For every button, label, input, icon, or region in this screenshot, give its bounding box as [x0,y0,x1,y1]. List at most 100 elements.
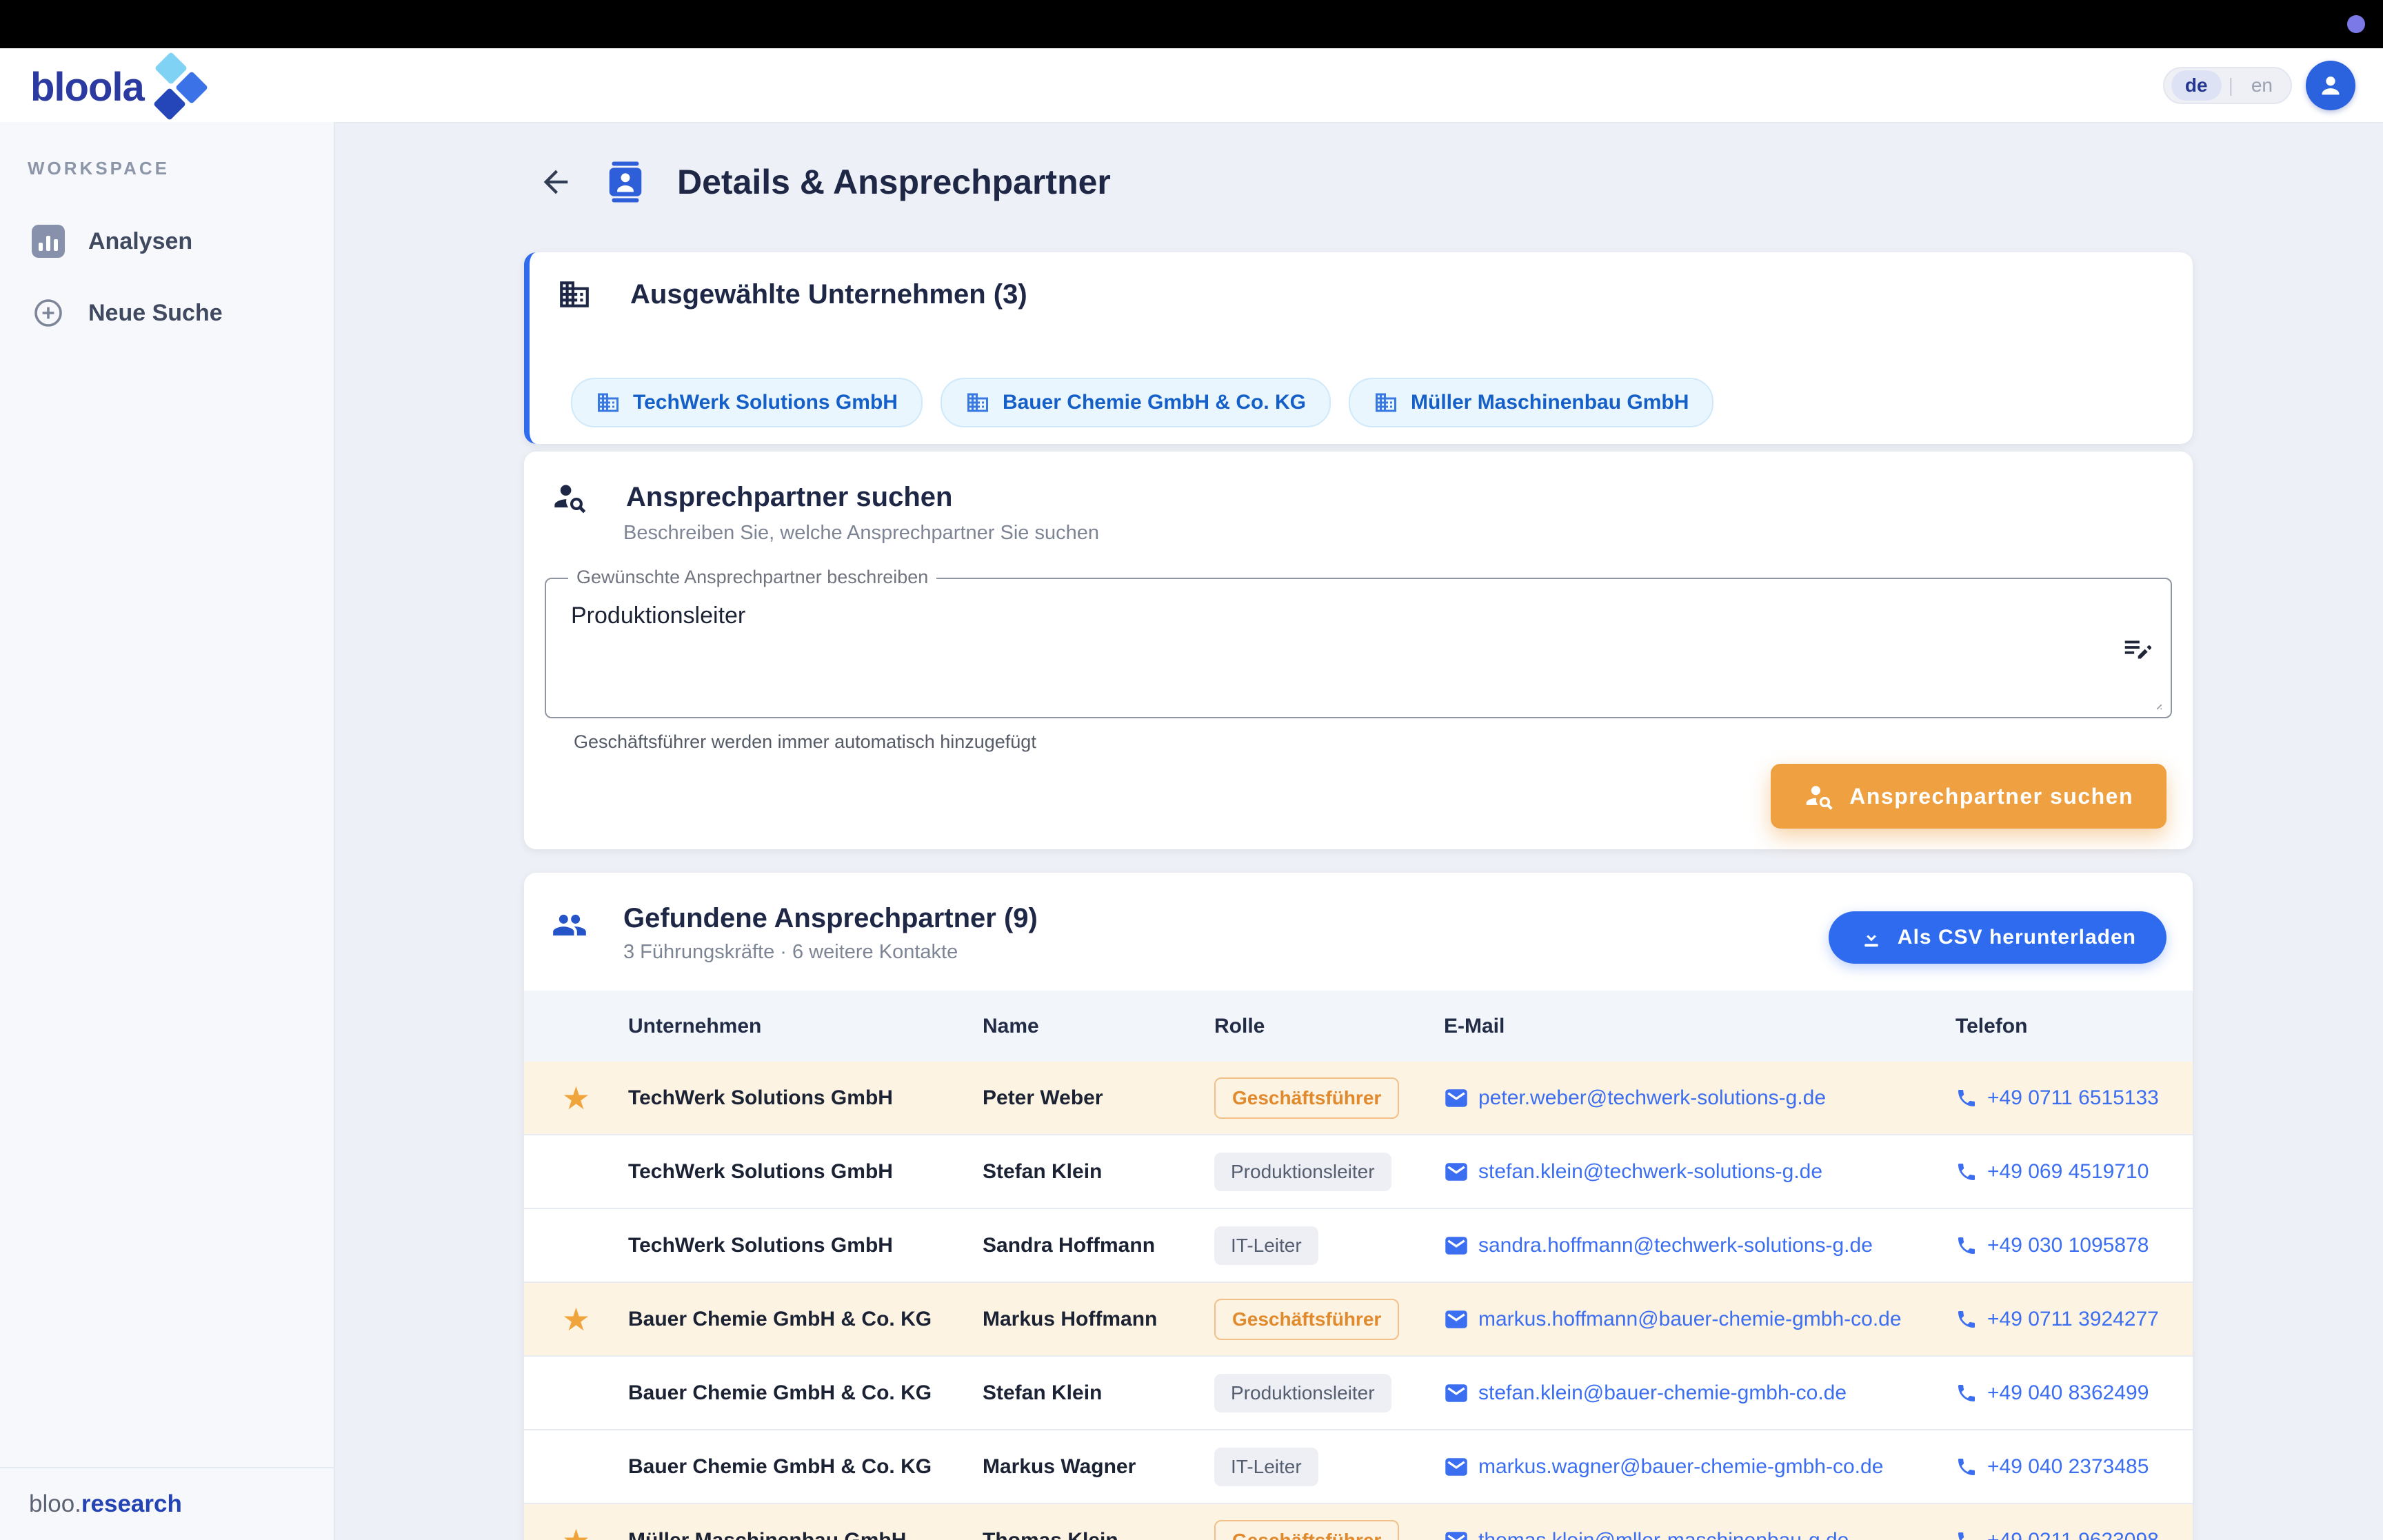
table-row[interactable]: Bauer Chemie GmbH & Co. KG Stefan Klein … [524,1357,2193,1430]
contact-card-icon [604,161,647,203]
building-icon [1374,390,1398,415]
language-option-en[interactable]: en [2240,70,2284,101]
results-header: Gefundene Ansprechpartner (9) 3 Führungs… [524,873,2193,991]
table-row[interactable]: Bauer Chemie GmbH & Co. KG Markus Wagner… [524,1430,2193,1504]
cell-company: Bauer Chemie GmbH & Co. KG [628,1455,983,1479]
language-option-de[interactable]: de [2171,70,2222,101]
favorite-star-icon: ★ [524,1525,628,1540]
back-button[interactable] [538,164,574,200]
company-chip[interactable]: Bauer Chemie GmbH & Co. KG [941,378,1331,427]
favorite-star-icon: ★ [524,1082,628,1114]
bar-chart-icon [32,225,65,258]
download-csv-button-label: Als CSV herunterladen [1898,926,2136,949]
table-row[interactable]: TechWerk Solutions GmbH Sandra Hoffmann … [524,1209,2193,1283]
building-icon [965,390,990,415]
sidebar-item-neue-suche[interactable]: Neue Suche [0,283,334,343]
header-actions: de | en [2163,48,2355,122]
people-icon [552,907,587,943]
phone-icon [1955,1087,1978,1109]
logo-diamonds-icon [148,58,224,116]
role-badge: IT-Leiter [1214,1226,1318,1265]
sidebar-item-label: Analysen [88,228,192,255]
cell-company: Müller Maschinenbau GmbH [628,1529,983,1540]
email-link[interactable]: markus.wagner@bauer-chemie-gmbh-co.de [1444,1455,1955,1479]
email-link[interactable]: thomas.klein@mller-maschinenbau-g.de [1444,1528,1955,1540]
sidebar-item-analysen[interactable]: Analysen [0,211,334,272]
page-header: Details & Ansprechpartner [538,161,1111,203]
phone-link[interactable]: +49 0211 9623098 [1955,1529,2193,1540]
logo-text: bloola [30,64,144,110]
download-csv-button[interactable]: Als CSV herunterladen [1829,911,2166,964]
download-icon [1859,925,1884,950]
table-row[interactable]: ★ Müller Maschinenbau GmbH Thomas Klein … [524,1504,2193,1540]
contact-description-textarea[interactable]: Gewünschte Ansprechpartner beschreiben P… [545,578,2172,718]
phone-icon [1955,1456,1978,1478]
bloola-logo[interactable]: bloola [30,58,224,116]
table-row[interactable]: TechWerk Solutions GmbH Stefan Klein Pro… [524,1135,2193,1209]
table-body: ★ TechWerk Solutions GmbH Peter Weber Ge… [524,1062,2193,1540]
sidebar-section-label: WORKSPACE [28,158,334,179]
textarea-resize-handle[interactable] [2146,693,2164,711]
cell-name: Thomas Klein [983,1529,1214,1540]
email-link[interactable]: stefan.klein@bauer-chemie-gmbh-co.de [1444,1381,1955,1406]
column-header-email: E-Mail [1444,1015,1955,1038]
email-icon [1444,1307,1469,1332]
email-link[interactable]: peter.weber@techwerk-solutions-g.de [1444,1086,1955,1111]
cell-company: TechWerk Solutions GmbH [628,1086,983,1110]
cell-name: Markus Wagner [983,1455,1214,1479]
company-chip-label: Müller Maschinenbau GmbH [1411,391,1689,414]
building-icon [557,277,592,312]
footer-brand-prefix: bloo. [29,1490,81,1518]
search-contacts-button[interactable]: Ansprechpartner suchen [1771,764,2166,829]
email-icon [1444,1381,1469,1406]
sidebar-footer: bloo.research [0,1467,334,1540]
system-top-bar [0,0,2383,48]
company-chip-label: Bauer Chemie GmbH & Co. KG [1003,391,1306,414]
company-chip[interactable]: Müller Maschinenbau GmbH [1349,378,1713,427]
cell-name: Stefan Klein [983,1160,1214,1184]
email-icon [1444,1159,1469,1184]
table-row[interactable]: ★ TechWerk Solutions GmbH Peter Weber Ge… [524,1062,2193,1135]
phone-icon [1955,1161,1978,1183]
selected-companies-card: Ausgewählte Unternehmen (3) TechWerk Sol… [524,252,2193,444]
app-header: bloola de | en [0,48,2383,123]
email-link[interactable]: sandra.hoffmann@techwerk-solutions-g.de [1444,1233,1955,1258]
phone-link[interactable]: +49 0711 3924277 [1955,1308,2193,1331]
phone-link[interactable]: +49 030 1095878 [1955,1234,2193,1257]
email-icon [1444,1455,1469,1479]
cell-company: Bauer Chemie GmbH & Co. KG [628,1308,983,1331]
contact-search-title: Ansprechpartner suchen [626,482,952,513]
company-chip[interactable]: TechWerk Solutions GmbH [571,378,923,427]
building-icon [596,390,621,415]
email-icon [1444,1086,1469,1111]
phone-icon [1955,1235,1978,1257]
role-badge: Geschäftsführer [1214,1299,1399,1340]
email-link[interactable]: markus.hoffmann@bauer-chemie-gmbh-co.de [1444,1307,1955,1332]
cell-name: Sandra Hoffmann [983,1234,1214,1257]
plus-circle-icon [32,296,65,330]
email-link[interactable]: stefan.klein@techwerk-solutions-g.de [1444,1159,1955,1184]
phone-link[interactable]: +49 069 4519710 [1955,1160,2193,1184]
textarea-floating-label: Gewünschte Ansprechpartner beschreiben [568,567,936,588]
results-card: Gefundene Ansprechpartner (9) 3 Führungs… [524,873,2193,1540]
sidebar: WORKSPACE Analysen Neue Suche bloo.resea… [0,122,335,1540]
person-search-icon [552,479,587,515]
recording-indicator-dot [2347,15,2365,33]
search-contacts-button-label: Ansprechpartner suchen [1849,784,2133,809]
cell-name: Stefan Klein [983,1381,1214,1405]
phone-link[interactable]: +49 0711 6515133 [1955,1086,2193,1110]
table-row[interactable]: ★ Bauer Chemie GmbH & Co. KG Markus Hoff… [524,1283,2193,1357]
results-subtitle: 3 Führungskräfte · 6 weitere Kontakte [623,941,1038,964]
user-avatar-button[interactable] [2306,61,2355,110]
favorite-star-icon: ★ [524,1304,628,1335]
phone-link[interactable]: +49 040 2373485 [1955,1455,2193,1479]
email-icon [1444,1528,1469,1540]
contact-search-card: Ansprechpartner suchen Beschreiben Sie, … [524,452,2193,849]
phone-link[interactable]: +49 040 8362499 [1955,1381,2193,1405]
results-title: Gefundene Ansprechpartner (9) [623,903,1038,934]
footer-brand-suffix: research [81,1490,182,1518]
language-toggle: de | en [2163,67,2292,104]
role-badge: Geschäftsführer [1214,1520,1399,1540]
column-header-telefon: Telefon [1955,1015,2193,1038]
column-header-unternehmen: Unternehmen [628,1015,983,1038]
